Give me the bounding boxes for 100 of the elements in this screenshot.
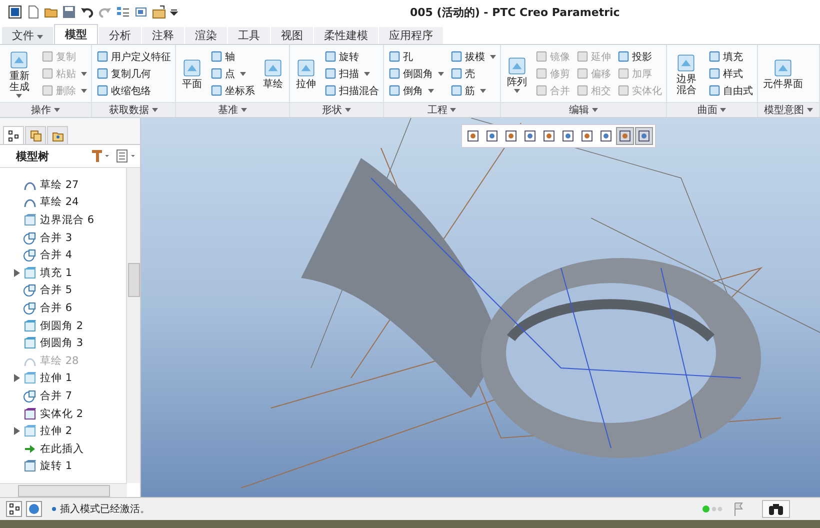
caret-icon (16, 94, 22, 98)
group-label[interactable]: 获取数据 (92, 102, 175, 117)
ribbon-button[interactable]: 阵列 (504, 54, 530, 92)
tree-item[interactable]: 草绘 24 (14, 194, 81, 212)
ribbon-tab[interactable]: 柔性建模 (314, 27, 378, 44)
customize-caret-icon[interactable] (170, 8, 178, 16)
ribbon-button[interactable]: 边界混合 (670, 52, 703, 96)
ribbon-button[interactable]: 倒角 (386, 82, 445, 99)
group-label[interactable]: 编辑 (500, 102, 666, 117)
ribbon-button[interactable]: 轴 (208, 48, 256, 65)
group-label[interactable]: 模型意图 (758, 102, 819, 117)
ribbon-button[interactable]: 扫描 (322, 65, 380, 82)
tool-icon (96, 67, 109, 80)
tree-item[interactable]: 倒圆角 3 (14, 334, 86, 352)
ribbon-button[interactable]: 自由式 (707, 82, 754, 99)
tree-item[interactable]: 合并 5 (14, 282, 74, 300)
app-icon[interactable] (8, 5, 22, 19)
ribbon-tab[interactable]: 视图 (271, 27, 313, 44)
ribbon-button[interactable]: 点 (208, 65, 256, 82)
save-icon[interactable] (62, 5, 76, 19)
view-tool-button[interactable] (635, 127, 653, 145)
ribbon-button[interactable]: 投影 (616, 48, 663, 65)
ribbon-button[interactable]: 坐标系 (208, 82, 256, 99)
tree-item[interactable]: 拉伸 2 (14, 422, 74, 440)
ribbon-button[interactable]: 筋 (448, 82, 497, 99)
expand-arrow-icon[interactable] (14, 374, 20, 382)
tool-icon (450, 50, 463, 63)
tool-icon (388, 67, 401, 80)
ribbon-button[interactable]: 复制几何 (94, 65, 172, 82)
horizontal-scrollbar[interactable] (0, 483, 127, 497)
caret-icon (592, 108, 598, 112)
model-tree-toggle-icon[interactable] (6, 501, 22, 517)
caret-icon (514, 88, 520, 92)
caret-icon (37, 35, 43, 39)
view-tool-icon (466, 129, 480, 143)
tree-item[interactable]: 填充 1 (14, 264, 74, 282)
ribbon-button[interactable]: 拉伸 (292, 57, 319, 90)
new-file-icon[interactable] (26, 5, 40, 19)
ribbon-button[interactable]: 样式 (707, 65, 754, 82)
ribbon-tab[interactable]: 渲染 (185, 27, 227, 44)
caret-icon (240, 108, 247, 112)
vertical-scrollbar[interactable] (126, 168, 140, 483)
ribbon-button[interactable]: 用户定义特征 (94, 48, 172, 65)
ribbon-button[interactable]: 壳 (448, 65, 497, 82)
ribbon-tab[interactable]: 注释 (142, 27, 184, 44)
ribbon-button[interactable]: 填充 (707, 48, 754, 65)
ribbon-button[interactable]: 扫描混合 (322, 82, 380, 99)
group-label[interactable]: 基准 (176, 102, 289, 117)
tree-item[interactable]: 拉伸 1 (14, 370, 74, 388)
browser-toggle-icon[interactable] (26, 501, 42, 517)
view-tool-icon (561, 129, 575, 143)
ribbon-button[interactable]: 拔模 (448, 48, 497, 65)
show-list-icon[interactable] (116, 149, 136, 163)
ribbon-button[interactable]: 收缩包络 (94, 82, 172, 99)
tree-item[interactable]: 草绘 27 (14, 176, 81, 194)
ribbon-button[interactable]: 草绘 (260, 57, 286, 90)
merge-icon (23, 230, 37, 245)
panel-tab[interactable] (3, 126, 24, 144)
windows-icon[interactable] (134, 5, 148, 19)
group-label[interactable]: 操作 (0, 102, 91, 117)
ribbon-button[interactable]: 孔 (386, 48, 445, 65)
ribbon-button[interactable]: 倒圆角 (386, 65, 445, 82)
tool-icon (210, 50, 223, 63)
ribbon-tab[interactable]: 文件 (2, 27, 53, 44)
caret-icon (807, 108, 813, 112)
view-tool-icon (580, 129, 594, 143)
tree-item[interactable]: 倒圆角 2 (14, 316, 86, 334)
tree-item[interactable]: 合并 6 (14, 299, 74, 317)
tool-icon (534, 67, 548, 80)
ribbon-tab[interactable]: 应用程序 (379, 27, 443, 44)
ribbon-tab[interactable]: 工具 (228, 27, 270, 44)
ribbon-button[interactable]: 重新生成 (3, 49, 36, 98)
caret-icon (80, 72, 87, 76)
tool-icon (576, 67, 589, 80)
feature-icon (23, 212, 37, 227)
view-tool-button[interactable] (616, 127, 634, 145)
group-label[interactable]: 工程 (384, 102, 500, 117)
tree-item[interactable]: 合并 4 (14, 246, 74, 264)
tree-item[interactable]: 合并 7 (14, 387, 74, 405)
caret-icon (344, 108, 351, 112)
ribbon-button[interactable]: 元件界面 (761, 57, 805, 90)
tree-item[interactable]: 边界混合 6 (14, 211, 96, 229)
find-button[interactable] (762, 500, 790, 518)
ribbon-tab[interactable]: 模型 (54, 24, 98, 44)
caret-icon (450, 108, 456, 112)
undo-icon[interactable] (80, 5, 94, 19)
tree-item[interactable]: 在此插入 (14, 440, 86, 458)
view-tool-icon (485, 129, 499, 143)
tree-item[interactable]: 合并 3 (14, 228, 74, 246)
group-label[interactable]: 形状 (290, 102, 383, 117)
ribbon-tab[interactable]: 分析 (99, 27, 141, 44)
expand-arrow-icon[interactable] (14, 268, 20, 277)
tree-item[interactable]: 旋转 1 (14, 458, 74, 476)
tree-item[interactable]: 实体化 2 (14, 404, 86, 422)
expand-arrow-icon[interactable] (14, 427, 20, 436)
tool-icon (40, 67, 54, 80)
group-label[interactable]: 曲面 (666, 102, 757, 117)
ribbon-button[interactable]: 平面 (178, 57, 205, 90)
ribbon-button[interactable]: 旋转 (322, 48, 380, 65)
merge-icon (23, 300, 37, 315)
